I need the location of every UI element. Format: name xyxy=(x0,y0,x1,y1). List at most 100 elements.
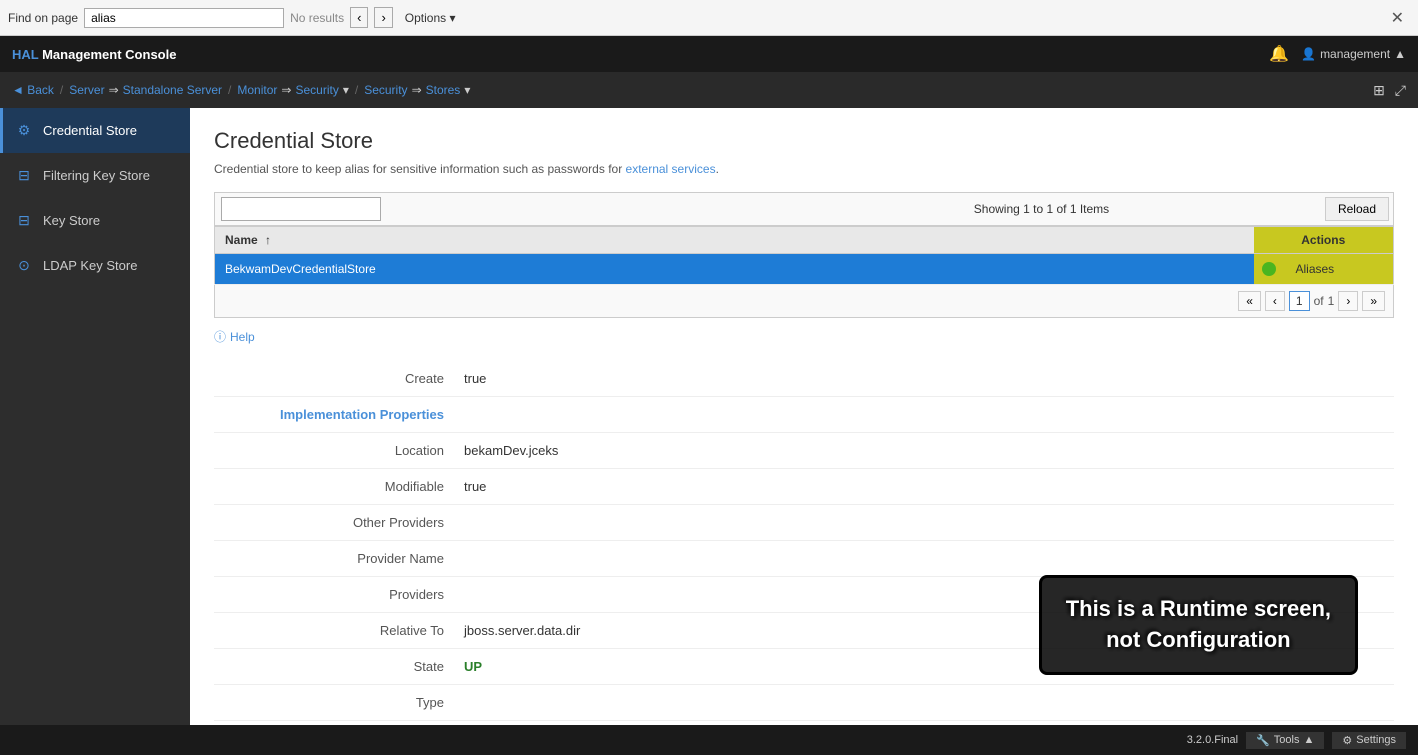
top-nav-right: 🔔 👤 management ▲ xyxy=(1269,44,1406,64)
aliases-button[interactable]: Aliases xyxy=(1284,259,1347,279)
find-bar-label: Find on page xyxy=(8,11,78,25)
table-row[interactable]: BekwamDevCredentialStore Aliases xyxy=(215,254,1394,285)
find-bar-close-button[interactable]: ✕ xyxy=(1385,6,1410,30)
breadcrumb-right-icons: ⊞ ⤢ xyxy=(1373,82,1406,99)
table-row-actions: Aliases xyxy=(1254,254,1394,285)
sidebar-item-label-ldap-key-store: LDAP Key Store xyxy=(43,258,137,273)
breadcrumb-server-arrow: ⇒ xyxy=(109,83,119,97)
breadcrumb-bar: ◄ Back / Server ⇒ Standalone Server / Mo… xyxy=(0,72,1418,108)
breadcrumb-monitor-arrow: ⇒ xyxy=(281,83,291,97)
sidebar-item-ldap-key-store[interactable]: ⊙ LDAP Key Store xyxy=(0,243,190,288)
detail-type-row: Type xyxy=(214,685,1394,721)
table-search-input[interactable] xyxy=(221,197,381,221)
sidebar-item-filtering-key-store[interactable]: ⊟ Filtering Key Store xyxy=(0,153,190,198)
location-value: bekamDev.jceks xyxy=(464,443,558,458)
pagination-prev-button[interactable]: ‹ xyxy=(1265,291,1285,311)
table-controls: Showing 1 to 1 of 1 Items Reload xyxy=(214,192,1394,226)
detail-state-row: State UP xyxy=(214,649,1394,685)
detail-location-row: Location bekamDev.jceks xyxy=(214,433,1394,469)
sidebar-item-key-store[interactable]: ⊟ Key Store xyxy=(0,198,190,243)
find-bar-next-button[interactable]: › xyxy=(374,7,392,28)
pagination-of-text: of xyxy=(1314,294,1324,308)
page-description: Credential store to keep alias for sensi… xyxy=(214,162,1394,176)
find-bar-prev-button[interactable]: ‹ xyxy=(350,7,368,28)
detail-other-providers-row: Other Providers xyxy=(214,505,1394,541)
find-bar-no-results: No results xyxy=(290,11,344,25)
tools-button[interactable]: 🔧 Tools ▲ xyxy=(1246,732,1324,749)
breadcrumb-standalone-server[interactable]: Standalone Server xyxy=(123,83,222,97)
pagination-total-pages: 1 xyxy=(1328,294,1335,308)
find-bar: Find on page No results ‹ › Options ▾ ✕ xyxy=(0,0,1418,36)
breadcrumb-stores-arrow: ⇒ xyxy=(412,83,422,97)
name-sort-icon[interactable]: ↑ xyxy=(265,233,271,247)
key-store-icon: ⊟ xyxy=(15,212,33,229)
help-link-label: Help xyxy=(230,330,255,344)
type-label: Type xyxy=(214,695,464,710)
create-label: Create xyxy=(214,371,464,386)
settings-button[interactable]: ⚙ Settings xyxy=(1332,732,1406,749)
notification-icon[interactable]: 🔔 xyxy=(1269,44,1289,64)
breadcrumb-security-stores[interactable]: Security xyxy=(364,83,407,97)
table-row-name: BekwamDevCredentialStore xyxy=(215,254,1254,285)
providers-label: Providers xyxy=(214,587,464,602)
impl-props-section-header: Implementation Properties xyxy=(214,397,1394,433)
top-nav: HAL Management Console 🔔 👤 management ▲ xyxy=(0,36,1418,72)
sidebar: ⚙ Credential Store ⊟ Filtering Key Store… xyxy=(0,108,190,725)
breadcrumb-stores-dropdown-icon[interactable]: ▾ xyxy=(464,83,470,97)
content-area: Credential Store Credential store to kee… xyxy=(190,108,1418,725)
sidebar-item-credential-store[interactable]: ⚙ Credential Store xyxy=(0,108,190,153)
state-value: UP xyxy=(464,659,482,674)
detail-modifiable-row: Modifiable true xyxy=(214,469,1394,505)
page-title: Credential Store xyxy=(214,128,1394,154)
breadcrumb-security-dropdown-icon[interactable]: ▾ xyxy=(343,83,349,97)
relative-to-label: Relative To xyxy=(214,623,464,638)
pagination-first-button[interactable]: « xyxy=(1238,291,1261,311)
tools-label: Tools xyxy=(1274,734,1300,746)
other-providers-label: Other Providers xyxy=(214,515,464,530)
name-column-header: Name ↑ xyxy=(215,227,1254,254)
sidebar-item-label-credential-store: Credential Store xyxy=(43,123,137,138)
main-layout: ⚙ Credential Store ⊟ Filtering Key Store… xyxy=(0,108,1418,725)
settings-label: Settings xyxy=(1356,734,1396,746)
user-dropdown-icon: ▲ xyxy=(1394,47,1406,61)
create-value: true xyxy=(464,371,486,386)
relative-to-value: jboss.server.data.dir xyxy=(464,623,580,638)
detail-providers-row: Providers xyxy=(214,577,1394,613)
name-column-label: Name xyxy=(225,233,258,247)
ldap-key-store-icon: ⊙ xyxy=(15,257,33,274)
breadcrumb-back[interactable]: ◄ Back xyxy=(12,83,54,97)
tools-icon: 🔧 xyxy=(1256,734,1270,747)
find-bar-options-button[interactable]: Options ▾ xyxy=(399,9,462,27)
brand-label: HAL Management Console xyxy=(12,47,176,62)
detail-provider-name-row: Provider Name xyxy=(214,541,1394,577)
filtering-key-store-icon: ⊟ xyxy=(15,167,33,184)
grid-icon[interactable]: ⊞ xyxy=(1373,82,1385,99)
breadcrumb-server[interactable]: Server xyxy=(69,83,104,97)
data-table: Name ↑ Actions BekwamDevCredentialStore … xyxy=(214,226,1394,285)
sidebar-item-label-key-store: Key Store xyxy=(43,213,100,228)
user-menu-button[interactable]: 👤 management ▲ xyxy=(1301,47,1406,61)
external-services-link[interactable]: external services xyxy=(626,162,716,176)
location-label: Location xyxy=(214,443,464,458)
brand-highlight: HAL xyxy=(12,47,38,62)
external-link-icon[interactable]: ⤢ xyxy=(1395,82,1406,99)
help-link[interactable]: ⓘ Help xyxy=(214,328,1394,345)
modifiable-label: Modifiable xyxy=(214,479,464,494)
reload-button[interactable]: Reload xyxy=(1325,197,1389,221)
breadcrumb-security[interactable]: Security xyxy=(295,83,338,97)
credential-store-icon: ⚙ xyxy=(15,122,33,139)
breadcrumb-stores[interactable]: Stores xyxy=(426,83,461,97)
provider-name-label: Provider Name xyxy=(214,551,464,566)
pagination-next-button[interactable]: › xyxy=(1338,291,1358,311)
status-dot xyxy=(1262,262,1276,276)
sidebar-item-label-filtering-key-store: Filtering Key Store xyxy=(43,168,150,183)
find-bar-input[interactable] xyxy=(84,8,284,28)
user-icon: 👤 xyxy=(1301,47,1316,61)
help-icon: ⓘ xyxy=(214,328,226,345)
pagination-last-button[interactable]: » xyxy=(1362,291,1385,311)
detail-create-row: Create true xyxy=(214,361,1394,397)
breadcrumb-monitor[interactable]: Monitor xyxy=(237,83,277,97)
detail-relative-to-row: Relative To jboss.server.data.dir xyxy=(214,613,1394,649)
settings-icon: ⚙ xyxy=(1342,734,1352,747)
pagination: « ‹ 1 of 1 › » xyxy=(214,285,1394,318)
